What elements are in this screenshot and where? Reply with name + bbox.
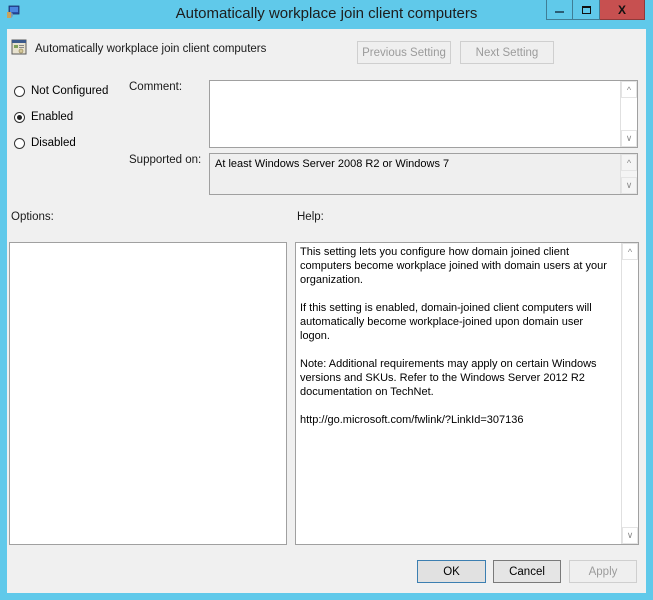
comment-label: Comment: bbox=[129, 81, 183, 93]
scroll-down-button[interactable]: ∨ bbox=[622, 527, 638, 544]
radio-label: Disabled bbox=[31, 137, 76, 149]
chevron-up-icon: ^ bbox=[627, 246, 633, 257]
help-paragraph: This setting lets you configure how doma… bbox=[300, 246, 607, 286]
title-bar[interactable]: Automatically workplace join client comp… bbox=[0, 0, 653, 27]
supported-on-label: Supported on: bbox=[129, 154, 202, 166]
help-link: http://go.microsoft.com/fwlink/?LinkId=3… bbox=[300, 414, 524, 426]
help-paragraph: If this setting is enabled, domain-joine… bbox=[300, 302, 592, 342]
supported-scrollbar[interactable]: ^ ∨ bbox=[620, 154, 637, 194]
options-label: Options: bbox=[11, 211, 54, 223]
maximize-button[interactable] bbox=[573, 0, 600, 20]
next-setting-button[interactable]: Next Setting bbox=[460, 41, 554, 64]
minimize-button[interactable] bbox=[546, 0, 573, 20]
radio-label: Not Configured bbox=[31, 85, 109, 97]
chevron-up-icon: ^ bbox=[626, 157, 632, 168]
scroll-up-button[interactable]: ^ bbox=[622, 243, 638, 260]
radio-not-configured[interactable]: Not Configured bbox=[14, 85, 108, 97]
policy-setting-icon bbox=[11, 39, 27, 58]
close-button[interactable]: X bbox=[600, 0, 645, 20]
scroll-up-button[interactable]: ^ bbox=[621, 81, 637, 98]
radio-button[interactable] bbox=[14, 85, 25, 97]
radio-label: Enabled bbox=[31, 111, 74, 123]
cancel-button[interactable]: Cancel bbox=[493, 560, 561, 583]
supported-on-field: At least Windows Server 2008 R2 or Windo… bbox=[209, 153, 638, 195]
radio-button[interactable] bbox=[14, 137, 25, 149]
radio-enabled[interactable]: Enabled bbox=[14, 111, 73, 123]
policy-header: Automatically workplace join client comp… bbox=[11, 39, 266, 58]
radio-disabled[interactable]: Disabled bbox=[14, 137, 76, 149]
radio-selected-dot bbox=[17, 114, 22, 120]
help-scrollbar[interactable]: ^ ∨ bbox=[621, 243, 638, 544]
scroll-down-button[interactable]: ∨ bbox=[621, 177, 637, 194]
help-label: Help: bbox=[297, 211, 324, 223]
scroll-up-button[interactable]: ^ bbox=[621, 154, 637, 171]
help-text: This setting lets you configure how doma… bbox=[300, 245, 616, 441]
close-icon: X bbox=[617, 2, 626, 17]
comment-textarea[interactable]: ^ ∨ bbox=[209, 80, 638, 148]
chevron-down-icon: ∨ bbox=[625, 180, 633, 190]
ok-button[interactable]: OK bbox=[417, 560, 486, 583]
previous-setting-button[interactable]: Previous Setting bbox=[357, 41, 451, 64]
scroll-down-button[interactable]: ∨ bbox=[621, 130, 637, 147]
options-panel bbox=[9, 242, 287, 545]
chevron-down-icon: ∨ bbox=[626, 530, 634, 540]
maximize-icon bbox=[581, 5, 591, 14]
minimize-icon bbox=[555, 10, 564, 13]
chevron-up-icon: ^ bbox=[626, 84, 632, 95]
supported-on-value: At least Windows Server 2008 R2 or Windo… bbox=[215, 158, 450, 170]
radio-button[interactable] bbox=[14, 111, 25, 123]
comment-scrollbar[interactable]: ^ ∨ bbox=[620, 81, 637, 147]
chevron-down-icon: ∨ bbox=[625, 133, 633, 143]
help-paragraph: Note: Additional requirements may apply … bbox=[300, 358, 597, 398]
dialog-window: Automatically workplace join client comp… bbox=[0, 0, 653, 600]
dialog-body: Automatically workplace join client comp… bbox=[7, 29, 646, 593]
help-panel: This setting lets you configure how doma… bbox=[295, 242, 639, 545]
policy-name: Automatically workplace join client comp… bbox=[35, 42, 267, 55]
apply-button[interactable]: Apply bbox=[569, 560, 637, 583]
